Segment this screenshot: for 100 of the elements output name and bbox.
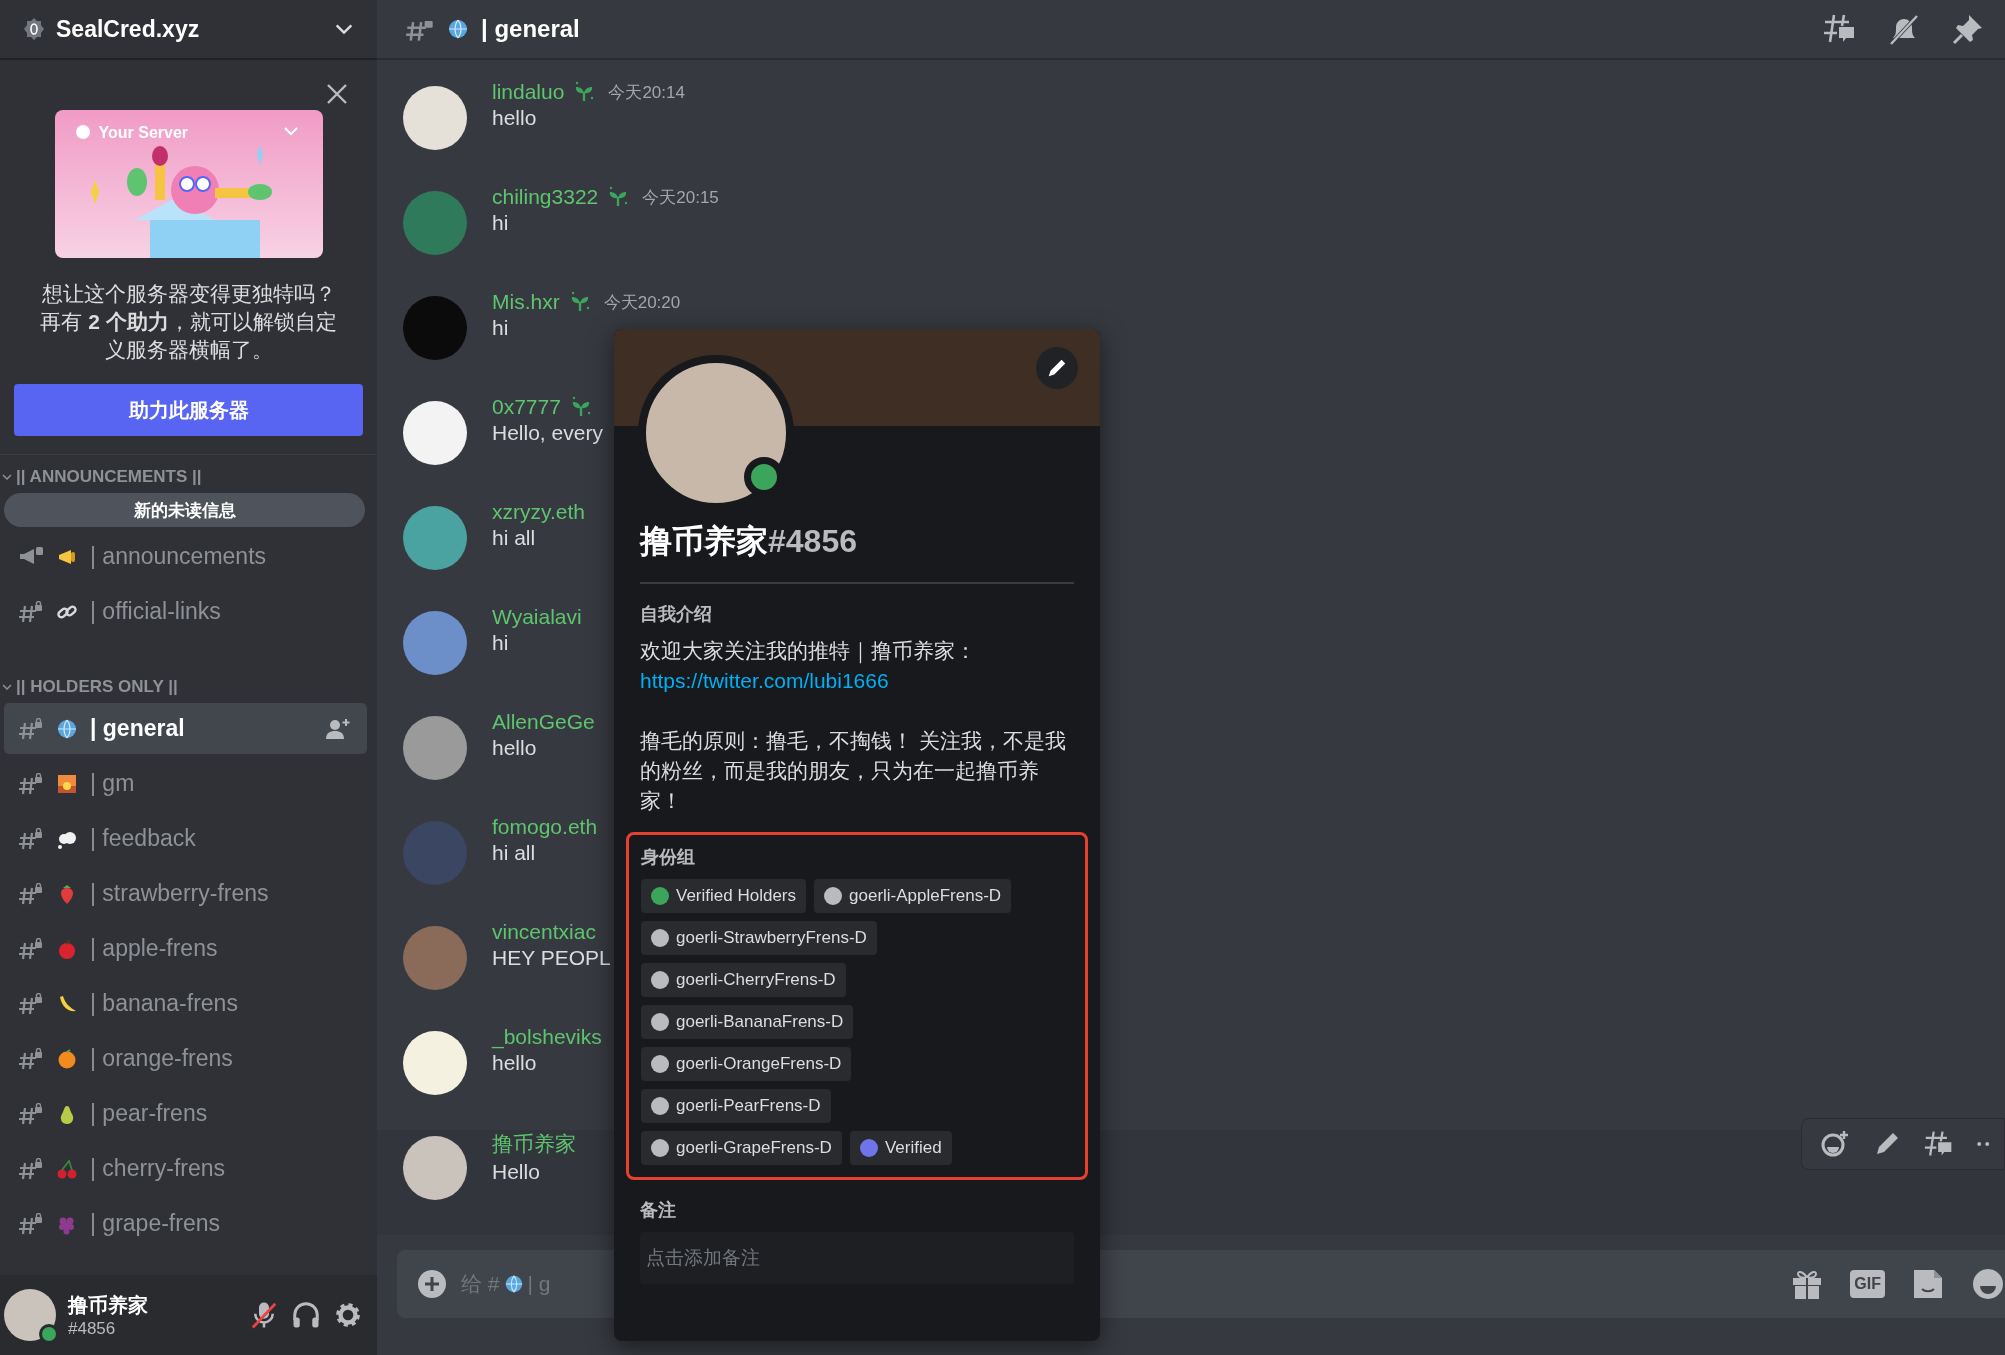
message-text: Hello xyxy=(492,1160,541,1184)
author-name[interactable]: xzryzy.eth xyxy=(492,500,585,524)
edit-profile-button[interactable] xyxy=(1036,347,1078,389)
locked-hash-icon xyxy=(18,937,44,960)
close-icon[interactable] xyxy=(325,82,349,106)
emoji-icon[interactable] xyxy=(1971,1267,2005,1301)
username: 撸币养家 xyxy=(68,1292,149,1318)
author-name[interactable]: chiling3322 xyxy=(492,185,599,209)
channel-name: | official-links xyxy=(90,598,222,625)
locked-hash-icon xyxy=(18,717,44,740)
pencil-icon xyxy=(1046,357,1068,379)
add-reaction-icon[interactable] xyxy=(1820,1129,1850,1159)
channel-name: | gm xyxy=(90,770,136,797)
globe-icon xyxy=(447,18,469,40)
cherry-icon xyxy=(56,1157,78,1180)
message-text: hello xyxy=(492,736,538,760)
message-text: hi all xyxy=(492,526,537,550)
section-title: 自我介绍 xyxy=(640,603,713,626)
role-name: goerli-AppleFrens-D xyxy=(849,886,1002,906)
author-name[interactable]: 撸币养家 xyxy=(492,1130,576,1158)
bio-text: 欢迎大家关注我的推特｜撸币养家： xyxy=(640,638,977,666)
boost-server-button[interactable]: 助力此服务器 xyxy=(14,384,363,436)
locked-hash-icon xyxy=(18,1157,44,1180)
new-unread-messages-pill[interactable]: 新的未读信息 xyxy=(4,493,365,527)
channel-item[interactable]: | orange-frens xyxy=(4,1033,367,1084)
channel-item[interactable]: | feedback xyxy=(4,813,367,864)
role-name: goerli-GrapeFrens-D xyxy=(676,1138,832,1158)
channel-item[interactable]: | announcements xyxy=(4,531,367,582)
author-name[interactable]: Wyaialavi xyxy=(492,605,582,629)
channel-name: | pear-frens xyxy=(90,1100,209,1127)
author-name[interactable]: fomogo.eth xyxy=(492,815,598,839)
channel-item[interactable]: | official-links xyxy=(4,586,367,637)
message-text: hi all xyxy=(492,841,537,865)
locked-hash-icon xyxy=(18,772,44,795)
settings-icon[interactable] xyxy=(333,1300,363,1330)
channel-item[interactable]: | apple-frens xyxy=(4,923,367,974)
role-name: goerli-CherryFrens-D xyxy=(676,970,836,990)
category-header[interactable]: || HOLDERS ONLY || xyxy=(16,677,178,697)
note-field[interactable]: 点击添加备注 xyxy=(640,1232,1074,1284)
timestamp: 今天20:15 xyxy=(642,186,719,209)
apple-icon xyxy=(56,937,78,960)
channel-item[interactable]: | banana-frens xyxy=(4,978,367,1029)
author-name[interactable]: _bolsheviks xyxy=(492,1025,602,1049)
globe-icon xyxy=(56,717,78,740)
chevron-icon[interactable] xyxy=(2,682,12,692)
role-name: goerli-OrangeFrens-D xyxy=(676,1054,842,1074)
channel-name: | apple-frens xyxy=(90,935,219,962)
section-title: 备注 xyxy=(640,1199,677,1222)
message-text: hello xyxy=(492,106,538,130)
role-name: goerli-PearFrens-D xyxy=(676,1096,821,1116)
threads-icon[interactable] xyxy=(1924,1129,1954,1159)
locked-hash-icon xyxy=(18,1212,44,1235)
category-header[interactable]: || ANNOUNCEMENTS || xyxy=(16,467,202,487)
channel-title: | general xyxy=(481,15,581,43)
boost-prompt-text: 想让这个服务器变得更独特吗？再有 2 个助力，就可以解锁自定义服务器横幅了。 xyxy=(39,281,338,363)
add-attachment-icon[interactable] xyxy=(417,1269,447,1299)
author-name[interactable]: AllenGeGe xyxy=(492,710,595,734)
gif-button[interactable]: GIF xyxy=(1850,1270,1885,1298)
channel-name: | banana-frens xyxy=(90,990,239,1017)
locked-hash-icon xyxy=(18,600,44,623)
invite-member-icon[interactable] xyxy=(325,716,351,741)
bio-text: 撸毛的原则：撸毛，不掏钱！ 关注我，不是我的粉丝，而是我的朋友，只为在一起撸币养家！ xyxy=(640,728,1067,814)
muted-bell-icon[interactable] xyxy=(1887,12,1921,46)
message-text: hi xyxy=(492,211,510,235)
channel-name: | feedback xyxy=(90,825,197,852)
chevron-icon[interactable] xyxy=(2,472,12,482)
author-name[interactable]: 0x7777 xyxy=(492,395,561,419)
muted-microphone-icon[interactable] xyxy=(249,1300,279,1330)
role-name: goerli-StrawberryFrens-D xyxy=(676,928,867,948)
sticker-icon[interactable] xyxy=(1911,1267,1945,1301)
user-tag: #4856 xyxy=(68,1318,237,1339)
citrus-fruit-icon xyxy=(56,1047,78,1070)
timestamp: 今天20:20 xyxy=(603,291,681,314)
channel-item[interactable]: | pear-frens xyxy=(4,1088,367,1139)
locked-hash-icon xyxy=(18,827,44,850)
twitter-link[interactable]: https://twitter.com/lubi1666 xyxy=(640,669,889,692)
channel-item[interactable]: | gm xyxy=(4,758,367,809)
user-avatar[interactable] xyxy=(4,1289,56,1341)
author-name[interactable]: lindaluo xyxy=(492,80,565,104)
channel-name: | orange-frens xyxy=(90,1045,234,1072)
server-name[interactable]: SealCred.xyz xyxy=(56,15,323,43)
server-icon xyxy=(22,17,46,41)
locked-hash-icon xyxy=(18,882,44,905)
channel-item[interactable]: | strawberry-frens xyxy=(4,868,367,919)
channel-item[interactable]: | cherry-frens xyxy=(4,1143,367,1194)
locked-hash-icon xyxy=(18,1047,44,1070)
channel-name: | strawberry-frens xyxy=(90,880,270,907)
pin-icon[interactable] xyxy=(1951,12,1985,46)
channel-item[interactable]: | general xyxy=(4,703,367,754)
channel-item[interactable]: | grape-frens xyxy=(4,1198,367,1249)
locked-hash-icon xyxy=(18,1102,44,1125)
headphones-icon[interactable] xyxy=(291,1300,321,1330)
locked-hash-icon xyxy=(18,992,44,1015)
channel-name: | general xyxy=(90,715,186,742)
role-name: goerli-BananaFrens-D xyxy=(676,1012,844,1032)
author-name[interactable]: Mis.hxr xyxy=(492,290,560,314)
author-name[interactable]: vincentxiac xyxy=(492,920,596,944)
message-text: hi xyxy=(492,631,510,655)
globe-icon xyxy=(503,1274,524,1294)
channel-name: | cherry-frens xyxy=(90,1155,227,1182)
